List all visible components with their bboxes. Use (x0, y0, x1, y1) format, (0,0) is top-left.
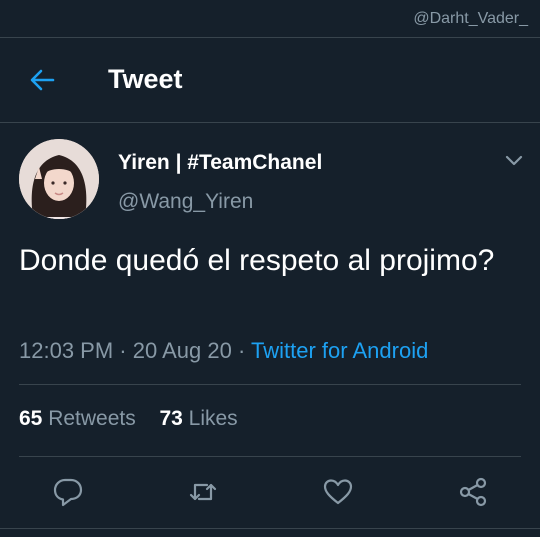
chevron-down-icon (505, 155, 523, 166)
user-handle[interactable]: @Wang_Yiren (118, 190, 253, 214)
retweets-stat[interactable]: 65 Retweets (19, 407, 142, 430)
reply-button[interactable] (51, 475, 85, 509)
meta-separator: · (119, 338, 127, 363)
tweet-stats: 65 Retweets 73 Likes (19, 407, 238, 431)
like-button[interactable] (321, 475, 355, 509)
display-name[interactable]: Yiren | #TeamChanel (118, 151, 322, 175)
page-title: Tweet (108, 64, 183, 94)
bottom-divider (0, 528, 540, 529)
heart-icon (323, 479, 353, 505)
header-divider (0, 122, 540, 123)
retweets-label: Retweets (48, 407, 136, 430)
retweets-count: 65 (19, 407, 43, 430)
watermark: @Darht_Vader_ (413, 10, 528, 27)
avatar-image (19, 139, 99, 219)
likes-label: Likes (188, 407, 238, 430)
tweet-actions (0, 475, 540, 509)
stats-divider (19, 456, 521, 457)
back-button[interactable] (26, 64, 58, 96)
meta-divider (19, 384, 521, 385)
share-icon (459, 477, 487, 507)
header: Tweet (0, 38, 540, 122)
reply-icon (53, 478, 83, 507)
tweet-source-link[interactable]: Twitter for Android (251, 338, 428, 363)
tweet-detail-screen: @Darht_Vader_ Tweet Yiren | #TeamChanel … (0, 0, 540, 537)
tweet-time: 12:03 PM (19, 338, 114, 363)
share-button[interactable] (456, 475, 490, 509)
avatar[interactable] (19, 139, 99, 219)
likes-stat[interactable]: 73 Likes (159, 407, 237, 430)
likes-count: 73 (159, 407, 183, 430)
retweet-button[interactable] (186, 475, 220, 509)
tweet-options-button[interactable] (504, 153, 524, 169)
tweet-date: 20 Aug 20 (132, 338, 232, 363)
retweet-icon (189, 483, 217, 501)
meta-separator: · (237, 338, 246, 363)
tweet-text: Donde quedó el respeto al projimo? (19, 244, 495, 277)
arrow-left-icon (30, 69, 55, 91)
tweet-meta: 12:03 PM · 20 Aug 20 · Twitter for Andro… (19, 338, 428, 364)
